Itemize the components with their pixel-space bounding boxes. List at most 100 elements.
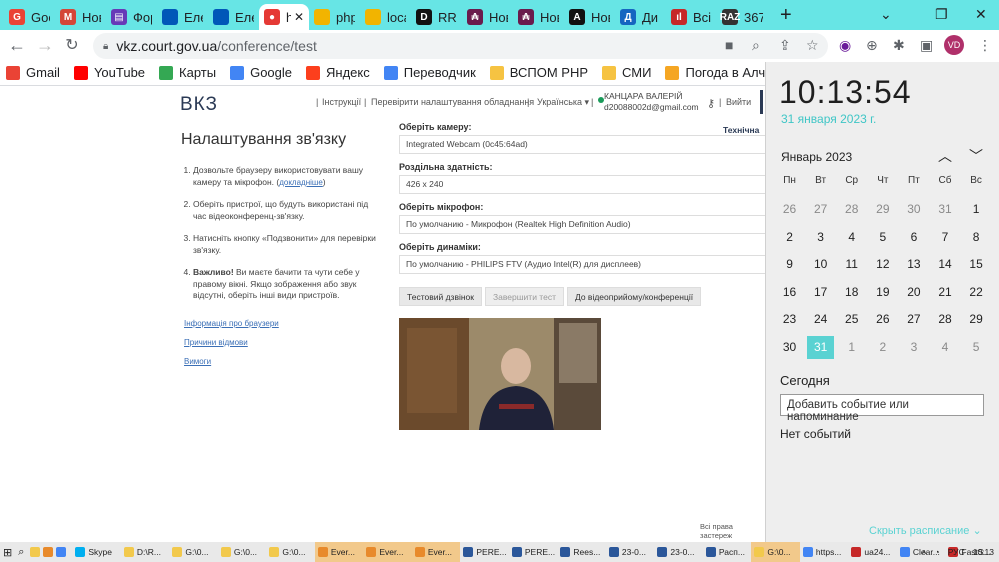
calendar-day[interactable]: 14: [929, 251, 960, 279]
taskbar-item-1[interactable]: D:\R...: [121, 542, 170, 562]
tab-0[interactable]: G Goo: [4, 4, 55, 30]
bookmark-2[interactable]: Карты: [159, 65, 216, 80]
taskbar-item-7[interactable]: Ever...: [411, 542, 461, 562]
speakers-select[interactable]: По умолчанию - PHILIPS FTV (Аудио Intel(…: [399, 255, 765, 274]
tab-13[interactable]: ıl Всі: [666, 4, 717, 30]
tray-clock[interactable]: 10:13: [973, 547, 994, 557]
new-tab-button[interactable]: +: [768, 2, 804, 30]
calendar-day[interactable]: 28: [929, 306, 960, 334]
calendar-day[interactable]: 16: [774, 279, 805, 307]
taskbar-item-12[interactable]: 23-0...: [654, 542, 703, 562]
calendar-day[interactable]: 27: [805, 196, 836, 224]
calendar-day[interactable]: 30: [898, 196, 929, 224]
tab-10[interactable]: ₳ Нов: [513, 4, 564, 30]
extension-icon[interactable]: ◉: [839, 37, 851, 54]
bookmark-7[interactable]: СМИ: [602, 65, 651, 80]
calendar-day[interactable]: 13: [898, 251, 929, 279]
calendar-day[interactable]: 3: [898, 334, 929, 362]
calendar-day[interactable]: 6: [898, 224, 929, 252]
chevron-up-icon[interactable]: ︿: [938, 146, 952, 166]
close-window-icon[interactable]: ✕: [975, 6, 987, 23]
tab-8[interactable]: D RRF: [411, 4, 462, 30]
restore-icon[interactable]: ❐: [935, 6, 948, 23]
calendar-day[interactable]: 4: [836, 224, 867, 252]
calendar-day[interactable]: 28: [836, 196, 867, 224]
calendar-day[interactable]: 2: [867, 334, 898, 362]
bookmark-4[interactable]: Яндекс: [306, 65, 370, 80]
calendar-day[interactable]: 29: [961, 306, 992, 334]
calendar-month[interactable]: Январь 2023: [781, 150, 852, 164]
calendar-day[interactable]: 4: [929, 334, 960, 362]
hide-schedule-link[interactable]: Скрыть расписание ⌄: [869, 524, 982, 537]
close-tab-icon[interactable]: ✕: [294, 10, 304, 24]
requirements-link[interactable]: Вимоги: [184, 357, 211, 366]
tab-5[interactable]: ● ht✕: [259, 4, 309, 30]
menu-icon[interactable]: ⋮: [978, 37, 992, 54]
taskbar-item-9[interactable]: PERE...: [509, 542, 558, 562]
share-icon[interactable]: ⇪: [779, 37, 791, 54]
pinned-app-icons[interactable]: [27, 542, 72, 562]
taskbar-item-6[interactable]: Ever...: [363, 542, 412, 562]
windows-start-icon[interactable]: ⊞: [0, 542, 15, 562]
tab-7[interactable]: loca: [360, 4, 411, 30]
calendar-day[interactable]: 20: [898, 279, 929, 307]
nav-check-settings[interactable]: Перевірити налаштування обладнання: [371, 97, 534, 107]
calendar-day[interactable]: 26: [867, 306, 898, 334]
taskbar-item-16[interactable]: ua24...: [848, 542, 897, 562]
bookmark-3[interactable]: Google: [230, 65, 292, 80]
taskbar-item-14[interactable]: G:\0...: [751, 542, 800, 562]
taskbar-item-2[interactable]: G:\0...: [169, 542, 218, 562]
tab-12[interactable]: Д Ди: [615, 4, 666, 30]
calendar-day[interactable]: 5: [961, 334, 992, 362]
camera-select[interactable]: Integrated Webcam (0c45:64ad): [399, 135, 765, 154]
tab-4[interactable]: Еле: [208, 4, 259, 30]
calendar-day[interactable]: 3: [805, 224, 836, 252]
star-icon[interactable]: ☆: [806, 37, 819, 54]
tab-9[interactable]: ₳ Нов: [462, 4, 513, 30]
avatar[interactable]: VD: [944, 35, 964, 55]
zoom-icon[interactable]: ⌕: [752, 37, 760, 54]
taskbar-item-5[interactable]: Ever...: [314, 542, 364, 562]
taskbar-item-15[interactable]: https...: [800, 542, 849, 562]
reload-icon[interactable]: ↻: [59, 35, 85, 55]
calendar-day[interactable]: 17: [805, 279, 836, 307]
puzzle-icon[interactable]: ✱: [893, 37, 905, 54]
taskbar-item-3[interactable]: G:\0...: [218, 542, 267, 562]
clock-date[interactable]: 31 января 2023 г.: [781, 112, 876, 126]
globe-icon[interactable]: ⊕: [866, 37, 878, 54]
calendar-day[interactable]: 21: [929, 279, 960, 307]
bookmark-6[interactable]: ВСПОМ РНР: [489, 65, 588, 80]
bookmark-5[interactable]: Переводчик: [383, 65, 476, 80]
tab-14[interactable]: RAZ 367: [717, 4, 768, 30]
calendar-day[interactable]: 27: [898, 306, 929, 334]
calendar-day-today[interactable]: 31: [805, 333, 837, 361]
calendar-day[interactable]: 11: [836, 251, 867, 279]
chevron-down-icon[interactable]: ﹀: [969, 146, 983, 166]
forward-icon[interactable]: →: [32, 35, 58, 56]
calendar-day[interactable]: 8: [961, 224, 992, 252]
taskbar-item-11[interactable]: 23-0...: [606, 542, 655, 562]
end-test-button[interactable]: Завершити тест: [485, 287, 564, 306]
back-icon[interactable]: ←: [4, 35, 30, 56]
calendar-day[interactable]: 2: [774, 224, 805, 252]
resolution-select[interactable]: 426 x 240: [399, 175, 765, 194]
calendar-day[interactable]: 9: [774, 251, 805, 279]
taskbar-item-10[interactable]: Rees...: [557, 542, 606, 562]
add-event-input[interactable]: Добавить событие или напоминание: [780, 394, 984, 423]
site-logo[interactable]: ВКЗ: [180, 94, 218, 116]
tab-6[interactable]: php: [309, 4, 360, 30]
tab-11[interactable]: A Нов: [564, 4, 615, 30]
calendar-day[interactable]: 1: [961, 196, 992, 224]
calendar-day[interactable]: 31: [929, 196, 960, 224]
bookmark-1[interactable]: YouTube: [73, 65, 145, 80]
address-bar[interactable]: 🔒︎ vkz.court.gov.ua/conference/test: [93, 33, 828, 59]
logout-link[interactable]: Вийти: [726, 97, 751, 107]
calendar-day[interactable]: 18: [836, 279, 867, 307]
taskbar-item-4[interactable]: G:\0...: [266, 542, 315, 562]
calendar-day[interactable]: 24: [805, 306, 836, 334]
browser-info-link[interactable]: Інформація про браузери: [184, 319, 279, 328]
calendar-day[interactable]: 7: [929, 224, 960, 252]
calendar-day[interactable]: 1: [836, 334, 867, 362]
taskbar-item-13[interactable]: Расп...: [703, 542, 752, 562]
calendar-day[interactable]: 12: [867, 251, 898, 279]
